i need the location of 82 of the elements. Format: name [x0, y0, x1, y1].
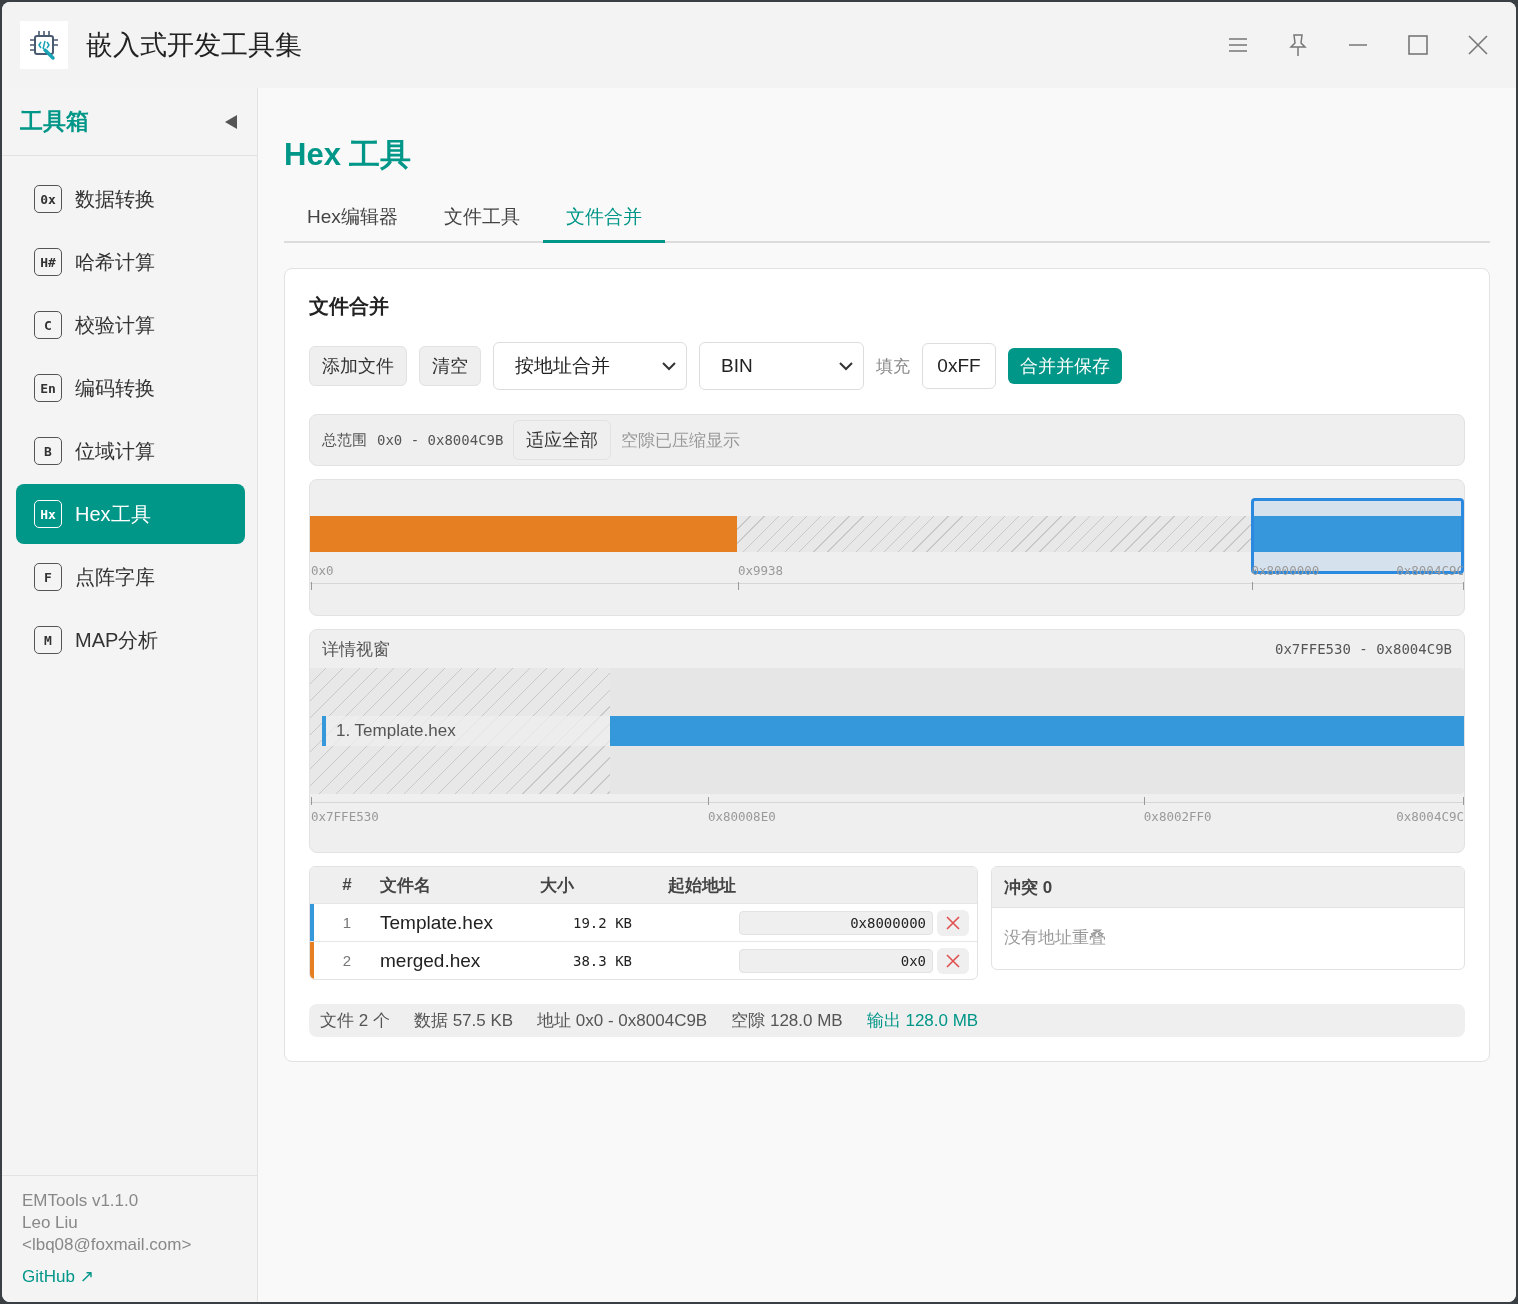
sidebar-item-label: 数据转换 — [75, 186, 155, 212]
collapse-icon[interactable] — [225, 114, 237, 129]
table-cell-text: Template.hex — [380, 911, 494, 934]
tool-badge: F — [34, 563, 62, 591]
tool-badge: B — [34, 437, 62, 465]
fill-label: 填充 — [876, 355, 910, 378]
sidebar-item-label: 校验计算 — [75, 312, 155, 338]
detail-title: 详情视窗 — [322, 638, 390, 661]
sidebar-title: 工具箱 — [20, 107, 89, 136]
sidebar-item-label: 位域计算 — [75, 438, 155, 464]
fit-all-button[interactable]: 适应全部 — [513, 420, 612, 460]
sidebar-item[interactable]: M MAP分析 — [16, 610, 245, 670]
sidebar-item[interactable]: C 校验计算 — [16, 295, 245, 355]
card-title: 文件合并 — [309, 294, 390, 319]
author-text: Leo Liu — [22, 1212, 79, 1234]
dropdown[interactable]: 按地址合并 — [493, 342, 687, 390]
app-logo-icon — [20, 21, 68, 69]
sidebar-item[interactable]: H# 哈希计算 — [16, 232, 245, 292]
axis-label: 0x7FFE530 — [311, 809, 379, 824]
tool-badge: En — [34, 374, 62, 402]
sidebar-item-label: 点阵字库 — [75, 564, 155, 590]
view-window[interactable] — [1250, 498, 1464, 574]
table-cell-text: 38.3 KB — [572, 952, 633, 969]
email-text: <lbq08@foxmail.com> — [22, 1234, 193, 1256]
table-cell-text: 1 — [341, 914, 353, 931]
sidebar-item-label: MAP分析 — [75, 627, 159, 653]
tab[interactable]: 文件合并 — [542, 204, 665, 243]
sidebar-item-label: 编码转换 — [75, 375, 155, 401]
address-field[interactable]: 0x0 — [739, 948, 933, 973]
tool-badge: M — [34, 626, 62, 654]
caret-icon — [662, 361, 676, 371]
toolbar-button[interactable]: 清空 — [419, 346, 481, 386]
caret-icon — [839, 361, 853, 371]
status-text: 文件 2 个 — [320, 1010, 390, 1032]
status-text: 地址 0x0 - 0x8004C9B — [537, 1010, 708, 1032]
sidebar-item[interactable]: F 点阵字库 — [16, 547, 245, 607]
detail-range: 0x7FFE530 - 0x8004C9B — [1275, 641, 1452, 657]
status-text: 数据 57.5 KB — [413, 1010, 514, 1032]
tab[interactable]: Hex编辑器 — [284, 204, 421, 243]
axis-label: 0x8004C9C — [1396, 809, 1464, 824]
remove-icon — [946, 915, 960, 930]
axis-label: 0x80008E0 — [707, 809, 776, 824]
conflict-message: 没有地址重叠 — [1003, 927, 1107, 949]
axis-label: 0x9938 — [737, 563, 784, 578]
remove-button[interactable] — [937, 947, 969, 974]
tab[interactable]: 文件工具 — [420, 204, 543, 243]
sidebar-item[interactable]: B 位域计算 — [16, 421, 245, 481]
status-text: 空隙 128.0 MB — [731, 1010, 843, 1032]
toolbar-button[interactable]: 添加文件 — [309, 346, 407, 386]
sidebar-item[interactable]: Hx Hex工具 — [16, 484, 245, 544]
column-header: 大小 — [540, 874, 575, 897]
table-cell-text: merged.hex — [380, 949, 482, 972]
fill-input[interactable]: 0xFF — [922, 343, 996, 389]
status-text: 输出 128.0 MB — [866, 1010, 979, 1032]
axis-label: 0x0 — [311, 563, 334, 578]
remove-icon — [946, 953, 960, 968]
version-text: EMTools v1.1.0 — [22, 1190, 140, 1212]
tool-badge: Hx — [34, 500, 62, 528]
range-value: 0x0 - 0x8004C9B — [377, 432, 504, 448]
remove-button[interactable] — [937, 909, 969, 936]
dropdown[interactable]: BIN — [699, 342, 864, 390]
range-label: 总范围 — [322, 430, 367, 450]
gap-note: 空隙已压缩显示 — [621, 429, 741, 452]
axis-label: 0x8002FF0 — [1143, 809, 1212, 824]
column-header: # — [341, 875, 353, 895]
lane-label: 1. Template.hex — [322, 716, 610, 746]
conflict-title: 冲突 0 — [992, 867, 1464, 908]
page-title: Hex 工具 — [284, 136, 413, 174]
sidebar-item[interactable]: 0x 数据转换 — [16, 169, 245, 229]
tool-badge: C — [34, 311, 62, 339]
tool-badge: H# — [34, 248, 62, 276]
column-header: 起始地址 — [668, 874, 737, 897]
sidebar-item-label: 哈希计算 — [75, 249, 155, 275]
column-header: 文件名 — [380, 874, 432, 897]
merge-save-button[interactable]: 合并并保存 — [1008, 348, 1122, 384]
address-field[interactable]: 0x8000000 — [739, 910, 933, 935]
window-title: 嵌入式开发工具集 — [86, 29, 303, 62]
sidebar-item-label: Hex工具 — [75, 501, 151, 527]
table-cell-text: 19.2 KB — [572, 914, 633, 931]
tool-badge: 0x — [34, 185, 62, 213]
sidebar-item[interactable]: En 编码转换 — [16, 358, 245, 418]
table-cell-text: 2 — [341, 952, 353, 969]
